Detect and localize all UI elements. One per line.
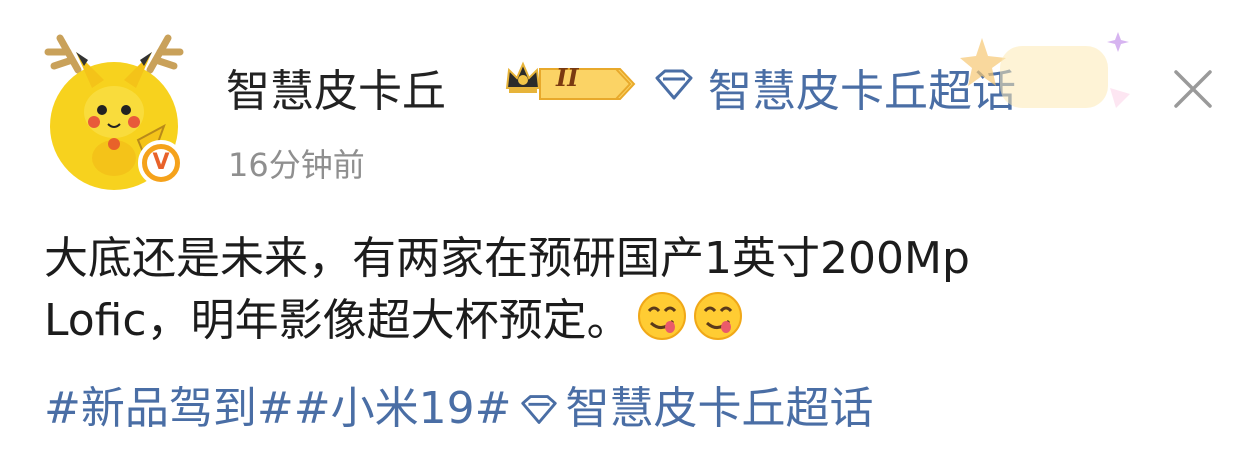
close-icon[interactable] [1170,66,1216,112]
username[interactable]: 智慧皮卡丘 [226,55,446,119]
crown-icon [505,61,541,93]
diamond-icon [655,69,693,100]
post-text-line-2: Lofic，明年影像超大杯预定。 [44,290,1234,352]
post-timestamp: 16分钟前 [228,146,365,184]
drooling-face-emoji-icon [693,292,742,340]
weibo-post-card: V 智慧皮卡丘 II 智慧皮卡丘超话 16分钟前 大底还是未来，有两家在预研国产… [0,0,1256,465]
tag-xiaomi-19[interactable]: #小米19# [294,383,512,434]
post-body: 大底还是未来，有两家在预研国产1英寸200Mp Lofic，明年影像超大杯预定。 [44,228,1234,352]
post-text-line-2-text: Lofic，明年影像超大杯预定。 [44,295,631,346]
level-badge-icon [539,68,636,100]
avatar[interactable]: V [38,30,190,190]
sparkle-sticker-icon [960,32,1130,108]
tag-new-arrival[interactable]: #新品驾到# [44,383,294,434]
verified-badge: V [138,140,184,186]
drooling-face-emoji-icon [637,292,686,340]
post-text-line-1: 大底还是未来，有两家在预研国产1英寸200Mp [44,233,970,284]
tag-supertopic[interactable]: 智慧皮卡丘超话 [565,383,873,434]
topic-tags: #新品驾到##小米19# 智慧皮卡丘超话 [44,378,873,440]
diamond-icon [521,395,558,424]
verified-mark: V [147,149,175,177]
user-level: II [556,63,579,92]
